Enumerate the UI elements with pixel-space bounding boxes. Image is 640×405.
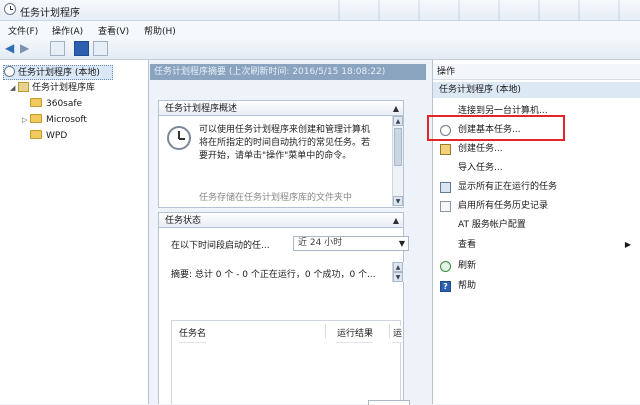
list-icon [440, 182, 451, 193]
collapse-icon[interactable]: ▲ [393, 213, 399, 229]
tree-root-item[interactable]: 任务计划程序 (本地) [3, 65, 113, 80]
column-divider[interactable] [389, 324, 390, 338]
scroll-down-icon[interactable]: ▼ [393, 196, 403, 206]
menu-bar [0, 21, 640, 39]
action-refresh[interactable]: 刷新 [433, 257, 640, 275]
expand-arrow-icon[interactable]: ◢ [10, 81, 18, 96]
tree-folder-360safe[interactable]: 360safe [30, 97, 82, 112]
menu-action[interactable]: 操作(A) [52, 24, 83, 37]
scroll-up-icon[interactable]: ▲ [393, 262, 403, 272]
forward-arrow-icon[interactable]: ▶ [20, 42, 29, 54]
highlight-box [427, 115, 565, 141]
action-enable-history[interactable]: 启用所有任务历史记录 [433, 197, 640, 215]
chevron-down-icon: ▼ [398, 239, 405, 248]
clock-icon [167, 126, 191, 150]
clock-icon [4, 66, 15, 77]
overview-section-body: 可以使用任务计划程序来创建和管理计算机将在所指定的时间自动执行的常见任务。若要开… [158, 116, 404, 208]
show-hide-tree-icon[interactable] [50, 41, 65, 56]
action-import-task[interactable]: 导入任务... [433, 159, 640, 177]
help-icon: ? [440, 281, 451, 292]
refresh-button-edge[interactable] [368, 400, 410, 405]
scheduler-clock-icon [4, 3, 16, 15]
overview-text: 可以使用任务计划程序来创建和管理计算机将在所指定的时间自动执行的常见任务。若要开… [199, 125, 371, 161]
window-title: 任务计划程序 [20, 8, 80, 19]
actions-group-header[interactable]: 任务计划程序 (本地) [433, 82, 640, 98]
period-dropdown[interactable]: 近 24 小时 ▼ [293, 236, 409, 251]
tree-folder-wpd[interactable]: WPD [30, 129, 67, 144]
menu-view[interactable]: 查看(V) [98, 24, 129, 37]
summary-header: 任务计划程序摘要 (上次刷新时间: 2016/5/15 18:08:22) [150, 64, 426, 80]
back-arrow-icon[interactable]: ◀ [5, 42, 14, 54]
column-run-result[interactable]: 运行结果 [337, 326, 374, 343]
summary-scrollbar[interactable]: ▲ ▼ [392, 262, 404, 282]
task-icon [440, 144, 451, 155]
column-divider[interactable] [325, 324, 326, 338]
collapse-icon[interactable]: ▲ [393, 101, 399, 117]
folder-icon [30, 114, 42, 123]
period-label: 在以下时间段启动的任... [171, 241, 270, 251]
help-toolbar-icon[interactable] [74, 41, 89, 56]
action-create-task[interactable]: 创建任务... [433, 140, 640, 158]
scroll-down-icon[interactable]: ▼ [393, 272, 403, 282]
action-view[interactable]: 查看 ▶ [433, 236, 640, 254]
show-action-pane-icon[interactable] [93, 41, 108, 56]
scroll-up-icon[interactable]: ▲ [393, 116, 403, 126]
collapsed-arrow-icon[interactable]: ▷ [22, 113, 30, 128]
navigation-tree: 任务计划程序 (本地) ◢ 任务计划程序库 360safe ▷ Microsoft … [0, 60, 149, 404]
action-show-running-tasks[interactable]: 显示所有正在运行的任务 [433, 178, 640, 196]
summary-pane: 任务计划程序摘要 (上次刷新时间: 2016/5/15 18:08:22) 任务… [150, 60, 430, 405]
doc-icon [440, 201, 451, 212]
tree-library-item[interactable]: ◢ 任务计划程序库 [10, 81, 95, 96]
refresh-icon [440, 261, 451, 272]
column-task-name[interactable]: 任务名 [179, 326, 207, 343]
status-section-header[interactable]: 任务状态 ▲ [158, 212, 404, 228]
folder-icon [30, 98, 42, 107]
actions-header: 操作 [433, 64, 640, 80]
status-summary: 摘要: 总计 0 个 - 0 个正在运行，0 个成功，0 个... [171, 270, 376, 280]
actions-pane: 操作 任务计划程序 (本地) 连接到另一台计算机... 创建基本任务... 创建… [432, 60, 640, 404]
library-icon [18, 82, 29, 92]
overview-section-header[interactable]: 任务计划程序概述 ▲ [158, 100, 404, 116]
column-run[interactable]: 运 [393, 326, 403, 343]
submenu-arrow-icon: ▶ [624, 240, 631, 249]
action-help[interactable]: ? 帮助 [433, 277, 640, 295]
folder-icon [30, 130, 42, 139]
overview-scrollbar[interactable]: ▲ ▼ [392, 116, 403, 206]
action-at-service-config[interactable]: AT 服务帐户配置 [433, 216, 640, 234]
menu-help[interactable]: 帮助(H) [144, 24, 176, 37]
overview-text-cut: 任务存储在任务计划程序库的文件夹中 [199, 193, 353, 203]
menu-file[interactable]: 文件(F) [8, 24, 38, 37]
tree-folder-microsoft[interactable]: ▷ Microsoft [22, 113, 87, 128]
status-section-body: 在以下时间段启动的任... 近 24 小时 ▼ 摘要: 总计 0 个 - 0 个… [158, 228, 409, 404]
scroll-thumb[interactable] [394, 128, 402, 166]
